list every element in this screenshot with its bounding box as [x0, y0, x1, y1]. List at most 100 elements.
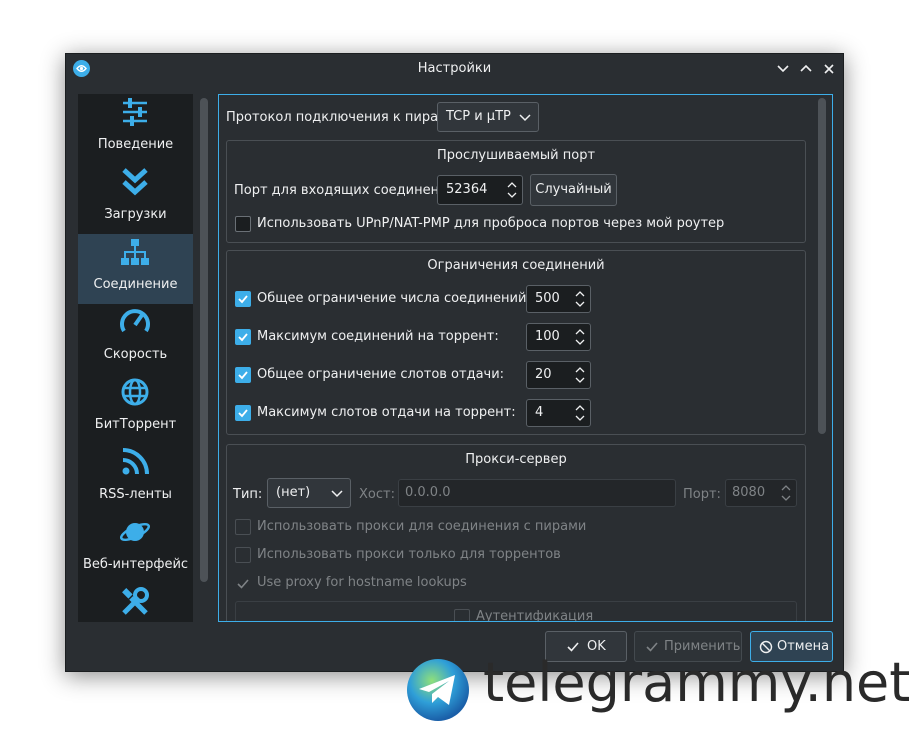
chevron-down-icon	[777, 65, 789, 73]
spin-arrows-icon[interactable]	[574, 327, 586, 347]
spin-arrows-icon[interactable]	[574, 289, 586, 309]
checkmark-icon	[238, 333, 248, 342]
proxy-torrents-only-checkbox[interactable]	[235, 547, 251, 563]
global-connections-spinbox[interactable]: 500	[526, 285, 591, 313]
sidebar-item-label: Скорость	[103, 347, 168, 362]
spin-arrows-icon[interactable]	[506, 180, 518, 200]
group-title: Прослушиваемый порт	[436, 148, 596, 163]
spin-arrows-icon[interactable]	[780, 483, 792, 503]
sidebar-item-connection[interactable]: Соединение	[78, 234, 193, 304]
chevron-down-icon	[519, 114, 531, 122]
proxy-type-value: (нет)	[276, 485, 311, 500]
limit-value: 4	[535, 405, 544, 420]
protocol-combo[interactable]: TCP и µTP	[437, 102, 539, 132]
category-sidebar: Поведение Загрузки Соединение Скорость Б…	[78, 94, 193, 622]
sidebar-item-downloads[interactable]: Загрузки	[78, 164, 193, 234]
sliders-icon	[123, 98, 147, 126]
planet-icon	[119, 522, 151, 542]
port-value: 52364	[446, 182, 488, 197]
sidebar-item-label: Загрузки	[104, 207, 167, 222]
proxy-port-spinbox[interactable]: 8080	[725, 479, 797, 507]
telegram-globe-logo-icon	[407, 659, 469, 721]
upnp-label: Использовать UPnP/NAT-PMP для проброса п…	[257, 216, 725, 231]
limit-label: Общее ограничение числа соединений:	[257, 291, 531, 306]
per-torrent-connections-spinbox[interactable]: 100	[526, 323, 591, 351]
close-icon	[824, 64, 834, 74]
auth-group: Аутентификация	[235, 601, 797, 622]
limit-value: 100	[535, 329, 560, 344]
spin-arrows-icon[interactable]	[574, 365, 586, 385]
close-button[interactable]	[819, 59, 839, 79]
connection-limits-group: Ограничения соединений Общее ограничение…	[226, 250, 806, 435]
sidebar-item-rss[interactable]: RSS-ленты	[78, 444, 193, 514]
chevron-up-icon	[800, 64, 812, 72]
speedometer-icon	[120, 309, 150, 333]
proxy-host-label: Хост:	[359, 487, 395, 502]
sidebar-item-label: RSS-ленты	[99, 487, 172, 502]
checkmark-icon[interactable]	[236, 577, 250, 591]
upnp-checkbox[interactable]	[235, 216, 251, 232]
tools-icon	[122, 587, 149, 615]
network-icon	[121, 239, 149, 265]
window-title: Настройки	[417, 61, 492, 76]
global-upload-slots-checkbox[interactable]	[235, 367, 251, 383]
proxy-host-input[interactable]: 0.0.0.0	[398, 479, 676, 507]
limit-value: 20	[535, 367, 552, 382]
proxy-type-combo[interactable]: (нет)	[267, 478, 351, 508]
incoming-port-label: Порт для входящих соединений:	[234, 183, 461, 198]
sidebar-item-label: БитТоррент	[94, 417, 177, 432]
proxy-type-label: Тип:	[233, 487, 263, 502]
sidebar-item-speed[interactable]: Скорость	[78, 304, 193, 374]
limit-label: Максимум слотов отдачи на торрент:	[257, 405, 516, 420]
connection-settings-panel: Протокол подключения к пирам: TCP и µTP …	[218, 94, 833, 622]
proxy-port-value: 8080	[732, 485, 766, 500]
proxy-torrents-only-label: Использовать прокси только для торрентов	[257, 547, 561, 562]
sidebar-item-web-ui[interactable]: Веб-интерфейс	[78, 514, 193, 584]
settings-window: Настройки Поведение Загрузки Соединение …	[65, 53, 844, 672]
auth-checkbox[interactable]	[454, 609, 470, 621]
watermark-text: telegrammy.net	[483, 651, 909, 714]
proxy-host-value: 0.0.0.0	[405, 485, 451, 500]
proxy-peers-label: Использовать прокси для соединения с пир…	[257, 519, 587, 534]
checkmark-icon	[238, 409, 248, 418]
auth-label: Аутентификация	[476, 609, 594, 622]
protocol-label: Протокол подключения к пирам:	[226, 110, 453, 125]
minimize-button[interactable]	[773, 59, 793, 79]
random-port-button[interactable]: Случайный	[530, 174, 617, 206]
rss-icon	[122, 448, 149, 475]
sidebar-item-advanced[interactable]	[78, 584, 193, 622]
incoming-port-spinbox[interactable]: 52364	[437, 175, 523, 205]
checkmark-icon	[238, 371, 248, 380]
title-bar[interactable]: Настройки	[66, 54, 843, 84]
watermark: telegrammy.net	[405, 651, 909, 723]
globe-icon	[121, 378, 149, 406]
checkmark-icon	[238, 295, 248, 304]
global-upload-slots-spinbox[interactable]: 20	[526, 361, 591, 389]
proxy-hostname-lookups-label: Use proxy for hostname lookups	[257, 575, 467, 590]
chevron-down-icon	[331, 490, 343, 498]
limit-value: 500	[535, 291, 560, 306]
protocol-value: TCP и µTP	[446, 109, 511, 124]
proxy-peers-checkbox[interactable]	[235, 519, 251, 535]
limit-label: Общее ограничение слотов отдачи:	[257, 367, 505, 382]
proxy-server-group: Прокси-сервер Тип: (нет) Хост: 0.0.0.0 П…	[226, 444, 806, 622]
limit-label: Максимум соединений на торрент:	[257, 329, 499, 344]
sidebar-scrollbar[interactable]	[200, 98, 208, 582]
sidebar-item-label: Веб-интерфейс	[82, 557, 189, 572]
sidebar-item-label: Поведение	[97, 137, 174, 152]
per-torrent-upload-slots-spinbox[interactable]: 4	[526, 399, 591, 427]
sidebar-item-behavior[interactable]: Поведение	[78, 94, 193, 164]
proxy-port-label: Порт:	[683, 487, 721, 502]
spin-arrows-icon[interactable]	[574, 403, 586, 423]
group-title: Прокси-сервер	[465, 452, 567, 467]
sidebar-item-bittorrent[interactable]: БитТоррент	[78, 374, 193, 444]
per-torrent-connections-checkbox[interactable]	[235, 329, 251, 345]
content-scrollbar[interactable]	[818, 98, 826, 434]
maximize-button[interactable]	[796, 59, 816, 79]
listening-port-group: Прослушиваемый порт Порт для входящих со…	[226, 140, 806, 243]
per-torrent-upload-slots-checkbox[interactable]	[235, 405, 251, 421]
sidebar-item-label: Соединение	[93, 277, 178, 292]
double-chevron-down-icon	[122, 168, 148, 196]
group-title: Ограничения соединений	[427, 258, 605, 273]
global-connections-checkbox[interactable]	[235, 291, 251, 307]
